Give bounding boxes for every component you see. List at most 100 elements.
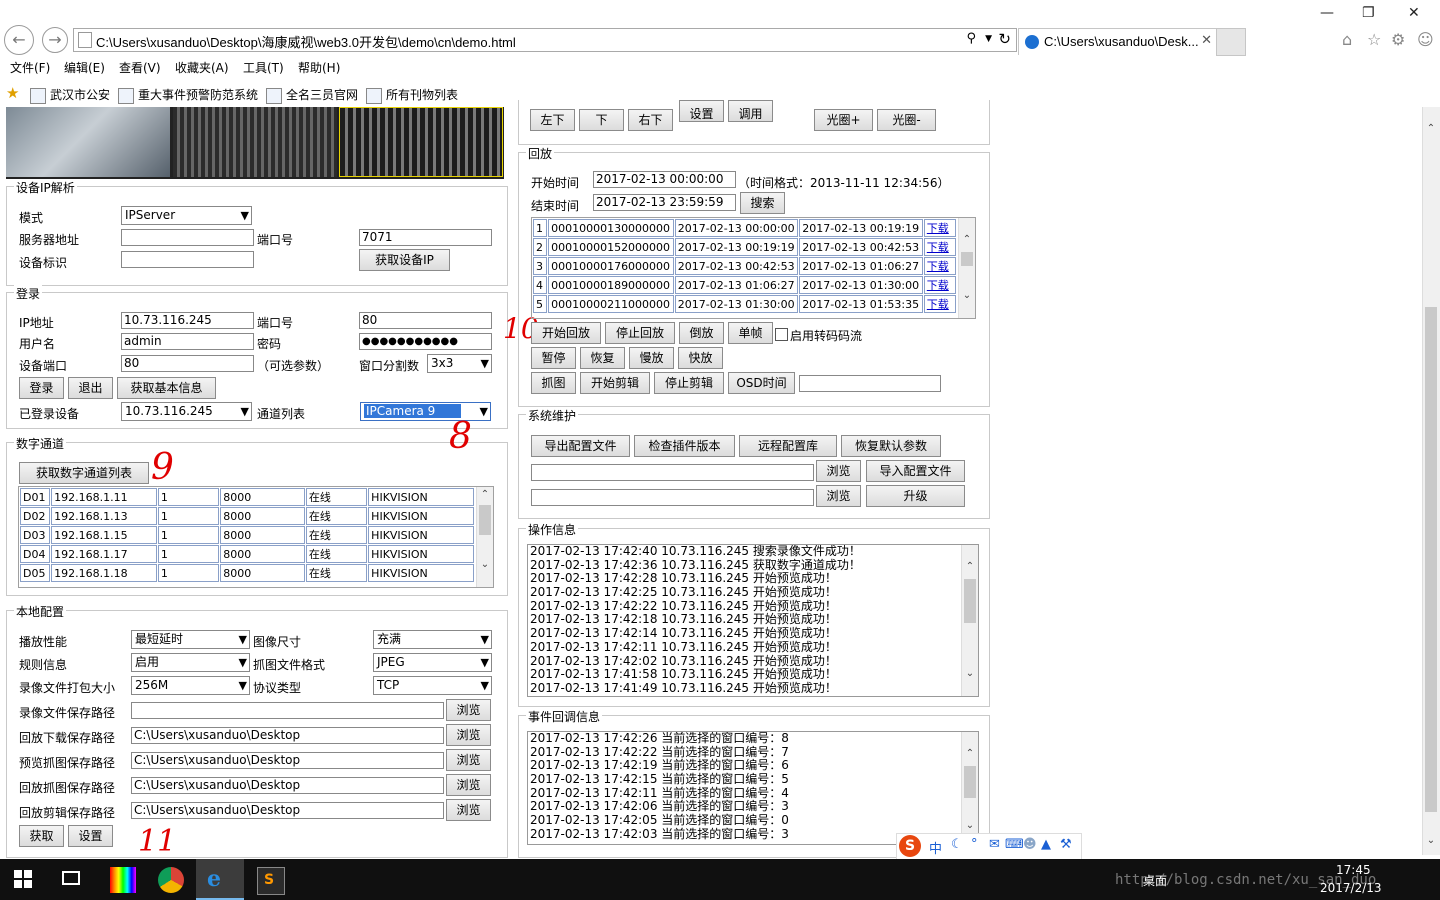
play-perf-select[interactable]: 最短延时 ▼ [131, 630, 250, 649]
start-clip-button[interactable]: 开始剪辑 [580, 372, 650, 394]
iris-plus-button[interactable]: 光圈+ [814, 109, 873, 131]
scroll-thumb[interactable] [964, 766, 976, 798]
ptz-left-down-button[interactable]: 左下 [530, 109, 575, 131]
page-scrollbar[interactable]: ⌃ ⌄ [1422, 107, 1440, 855]
fav-link-1[interactable]: 武汉市公安 [30, 86, 110, 104]
window-split-select[interactable]: 3x3 ▼ [427, 354, 492, 373]
punctuation-icon[interactable]: ° [971, 837, 978, 852]
transcode-checkbox[interactable] [775, 328, 788, 341]
table-row[interactable]: D02 192.168.1.13 1 8000 在线 HIKVISION [20, 507, 474, 525]
resume-button[interactable]: 恢复 [580, 347, 625, 369]
upgrade-file-input[interactable] [531, 489, 814, 506]
playback-capture-browse-button[interactable]: 浏览 [446, 774, 491, 796]
set-config-button[interactable]: 设置 [68, 825, 113, 847]
logout-button[interactable]: 退出 [68, 377, 113, 399]
home-icon[interactable]: ⌂ [1342, 30, 1352, 49]
chevron-up-icon[interactable]: ⌃ [1423, 121, 1439, 137]
end-time-input[interactable]: 2017-02-13 23:59:59 [593, 194, 736, 211]
chevron-down-icon[interactable]: ⌄ [477, 557, 493, 573]
download-link[interactable]: 下载 [927, 279, 949, 292]
video-window-3-selected[interactable] [339, 107, 503, 177]
op-info-log[interactable]: 2017-02-13 17:42:40 10.73.116.245 搜索录像文件… [527, 544, 979, 697]
menu-help[interactable]: 帮助(H) [298, 59, 340, 76]
pause-button[interactable]: 暂停 [531, 347, 576, 369]
record-path-input[interactable] [131, 702, 444, 719]
upgrade-button[interactable]: 升级 [866, 485, 965, 507]
ip-address-input[interactable]: 10.73.116.245 [121, 312, 254, 329]
chevron-down-icon[interactable]: ⌄ [962, 666, 978, 682]
refresh-icon[interactable]: ↻ [998, 30, 1011, 48]
back-icon[interactable]: ← [4, 25, 34, 55]
chevron-up-icon[interactable]: ⌃ [477, 487, 493, 503]
image-size-select[interactable]: 充满 ▼ [373, 630, 492, 649]
scroll-thumb[interactable] [479, 505, 491, 535]
rule-info-select[interactable]: 启用 ▼ [131, 653, 250, 672]
osd-time-button[interactable]: OSD时间 [728, 372, 795, 394]
playback-capture-path-input[interactable]: C:\Users\xusanduo\Desktop [131, 777, 444, 794]
clock-time[interactable]: 17:45 [1336, 863, 1371, 877]
download-link[interactable]: 下载 [927, 222, 949, 235]
dropdown-icon[interactable]: ▼ [985, 34, 992, 44]
close-window-icon[interactable]: ✕ [1408, 5, 1420, 21]
minimize-icon[interactable]: — [1320, 5, 1334, 21]
clock-date[interactable]: 2017/2/13 [1320, 881, 1382, 895]
chrome-icon[interactable] [158, 867, 184, 893]
record-path-browse-button[interactable]: 浏览 [446, 699, 491, 721]
slow-button[interactable]: 慢放 [629, 347, 674, 369]
download-link[interactable]: 下载 [927, 260, 949, 273]
protocol-select[interactable]: TCP ▼ [373, 676, 492, 695]
download-link[interactable]: 下载 [927, 298, 949, 311]
search-button[interactable]: 搜索 [740, 192, 785, 214]
device-port-input[interactable]: 80 [121, 355, 254, 372]
import-browse-button[interactable]: 浏览 [816, 460, 861, 482]
table-row[interactable]: 1 00010000130000000 2017-02-13 00:00:00 201… [533, 219, 956, 237]
video-window-1[interactable] [6, 107, 170, 177]
device-id-input[interactable] [121, 251, 254, 268]
login-port-input[interactable]: 80 [359, 312, 492, 329]
mode-select[interactable]: IPServer ▼ [121, 206, 252, 225]
fav-link-4[interactable]: 所有刊物列表 [366, 86, 458, 104]
chevron-down-icon[interactable]: ⌄ [962, 818, 978, 834]
maximize-icon[interactable]: ❐ [1362, 5, 1375, 21]
logged-device-select[interactable]: 10.73.116.245 ▼ [121, 402, 252, 421]
download-link[interactable]: 下载 [927, 241, 949, 254]
table-row[interactable]: 4 00010000189000000 2017-02-13 01:06:27 201… [533, 276, 956, 294]
preview-capture-browse-button[interactable]: 浏览 [446, 749, 491, 771]
playback-capture-button[interactable]: 抓图 [531, 372, 576, 394]
favorites-star-icon[interactable]: ☆ [1367, 30, 1381, 49]
table-row[interactable]: D01 192.168.1.11 1 8000 在线 HIKVISION [20, 488, 474, 506]
table-row[interactable]: 5 00010000211000000 2017-02-13 01:30:00 201… [533, 295, 956, 313]
address-bar[interactable]: C:\Users\xusanduo\Desktop\海康威视\web3.0开发包… [73, 28, 1017, 52]
remote-config-button[interactable]: 远程配置库 [739, 435, 837, 457]
video-window-2[interactable] [173, 107, 337, 177]
forward-icon[interactable]: → [42, 27, 68, 53]
event-info-log[interactable]: 2017-02-13 17:42:26 当前选择的窗口编号：8 2017-02-1… [527, 731, 979, 845]
iris-minus-button[interactable]: 光圈- [877, 109, 936, 131]
moon-icon[interactable]: ☾ [951, 837, 963, 852]
favorites-bar-star-icon[interactable]: ★ [6, 84, 19, 102]
username-input[interactable]: admin [121, 333, 254, 350]
start-time-input[interactable]: 2017-02-13 00:00:00 [593, 171, 736, 188]
table-row[interactable]: 3 00010000176000000 2017-02-13 00:42:53 201… [533, 257, 956, 275]
close-tab-icon[interactable]: ✕ [1201, 33, 1212, 48]
chevron-up-icon[interactable]: ⌃ [959, 232, 975, 248]
fav-link-3[interactable]: 全名三员官网 [266, 86, 358, 104]
stop-clip-button[interactable]: 停止剪辑 [654, 372, 724, 394]
table-row[interactable]: D04 192.168.1.17 1 8000 在线 HIKVISION [20, 545, 474, 563]
server-address-input[interactable] [121, 229, 254, 246]
capture-format-select[interactable]: JPEG ▼ [373, 653, 492, 672]
chevron-up-icon[interactable]: ⌃ [962, 559, 978, 575]
menu-edit[interactable]: 编辑(E) [64, 59, 105, 76]
scroll-thumb[interactable] [961, 252, 973, 266]
get-config-button[interactable]: 获取 [19, 825, 64, 847]
download-path-input[interactable]: C:\Users\xusanduo\Desktop [131, 727, 444, 744]
digital-channel-scrollbar[interactable]: ⌃ ⌄ [476, 487, 493, 587]
sublime-icon[interactable]: S [257, 867, 285, 895]
preset-set-button[interactable]: 设置 [679, 100, 724, 122]
clip-path-browse-button[interactable]: 浏览 [446, 799, 491, 821]
new-tab-button[interactable] [1216, 28, 1246, 56]
ptz-right-down-button[interactable]: 右下 [628, 109, 673, 131]
user-icon[interactable]: ☻ [1023, 837, 1037, 852]
reverse-play-button[interactable]: 倒放 [679, 322, 724, 344]
import-file-input[interactable] [531, 464, 814, 481]
